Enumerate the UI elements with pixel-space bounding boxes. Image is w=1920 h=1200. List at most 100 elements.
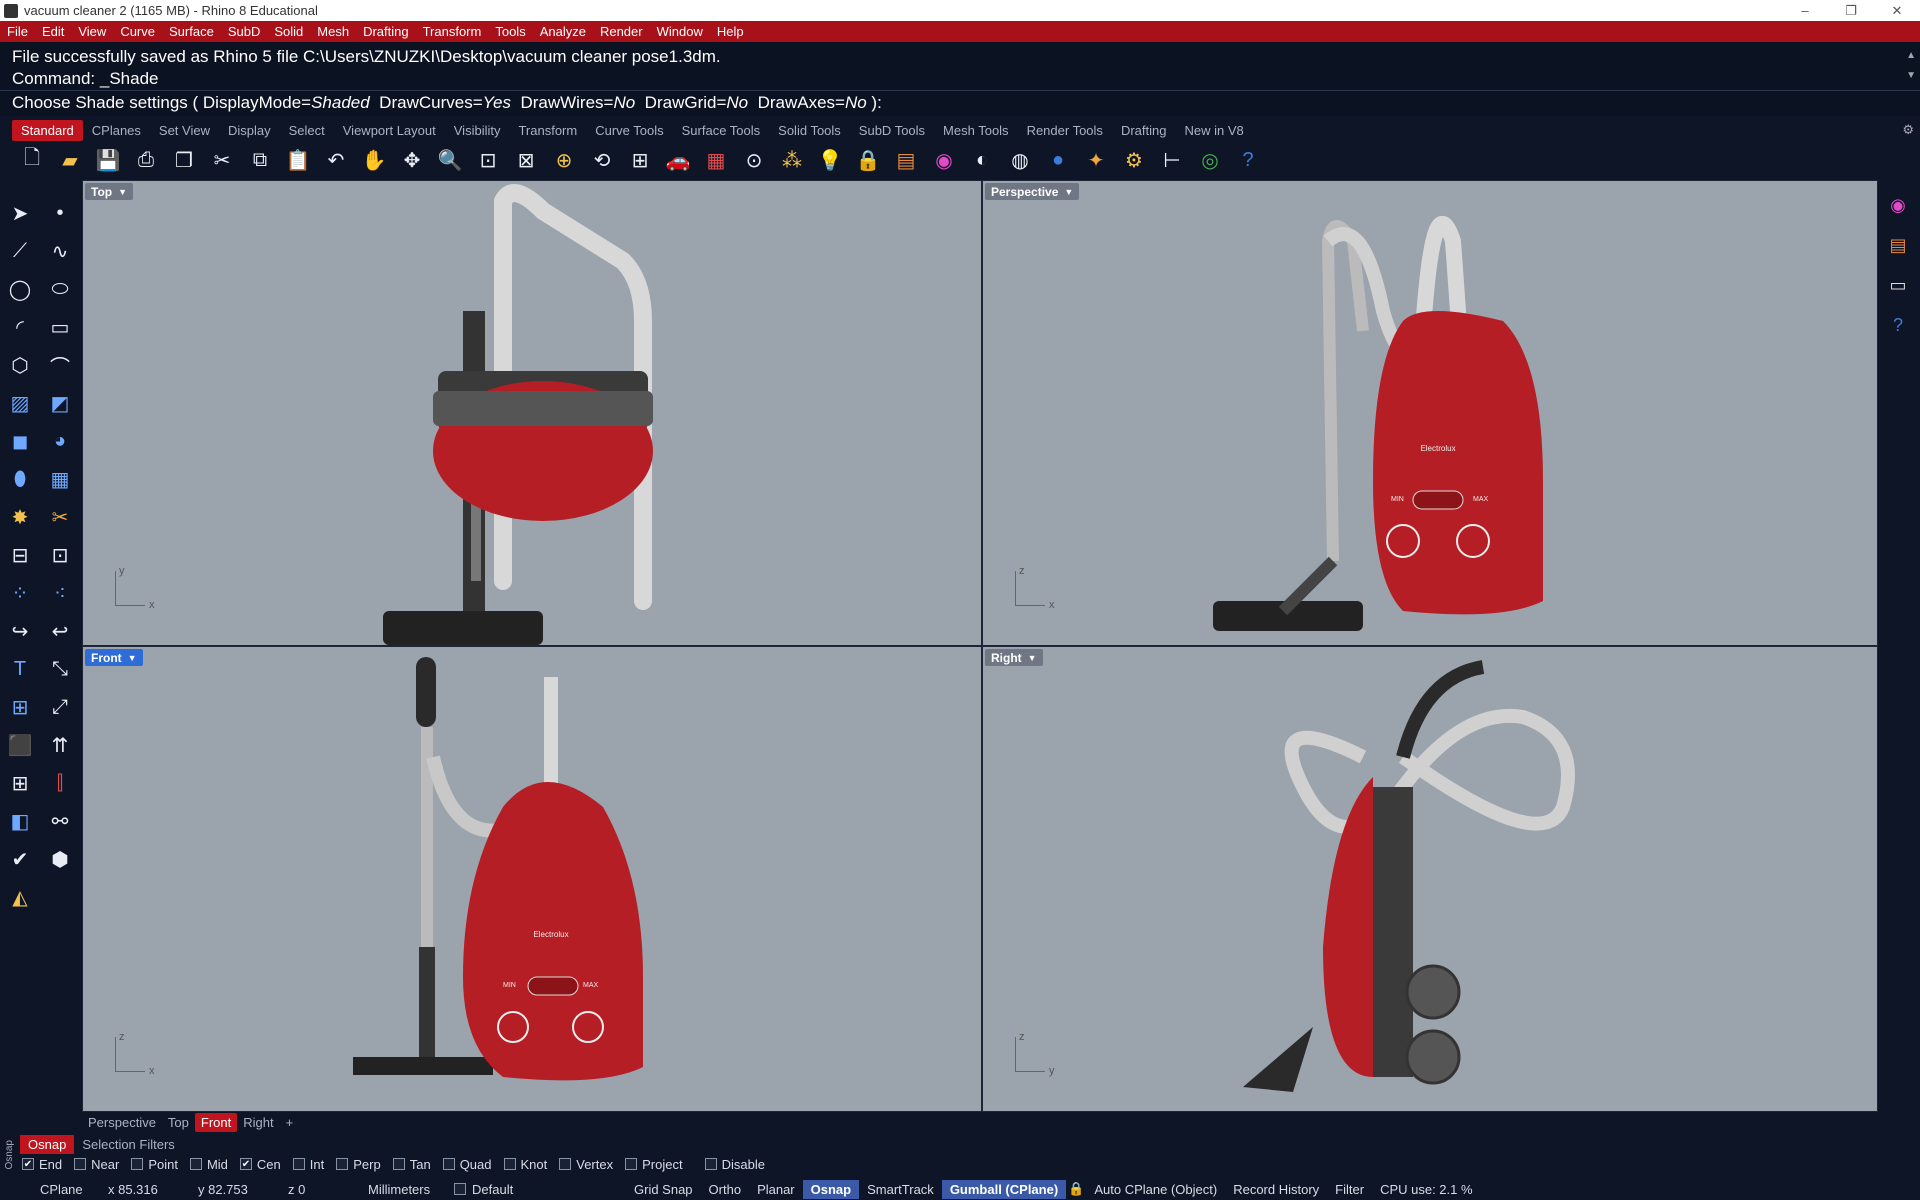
layers-panel-icon[interactable]: ▤ bbox=[1883, 230, 1913, 260]
menu-curve[interactable]: Curve bbox=[113, 24, 162, 39]
osnap-option-tan[interactable]: Tan bbox=[392, 1157, 431, 1172]
vp-tab-front[interactable]: Front bbox=[194, 1112, 238, 1132]
viewport-perspective[interactable]: Perspective ▼ Electrolux MIN MAX zx bbox=[982, 180, 1878, 646]
lock-icon[interactable]: 🔒 bbox=[852, 144, 884, 176]
osnap-option-project[interactable]: Project bbox=[625, 1157, 683, 1172]
tab-select[interactable]: Select bbox=[280, 120, 334, 141]
smarttrack-toggle[interactable]: SmartTrack bbox=[859, 1182, 942, 1197]
light-bulb-icon[interactable]: 💡 bbox=[814, 144, 846, 176]
join-icon[interactable]: ⊡ bbox=[44, 539, 76, 571]
osnap-option-near[interactable]: Near bbox=[74, 1157, 119, 1172]
surface-icon[interactable]: ▨ bbox=[4, 387, 36, 419]
paste-icon[interactable]: 📋 bbox=[282, 144, 314, 176]
group-icon[interactable]: ⁘ bbox=[4, 577, 36, 609]
grid-array-icon[interactable]: ⊞ bbox=[4, 767, 36, 799]
tab-osnap[interactable]: Osnap bbox=[20, 1134, 75, 1154]
viewport-front[interactable]: Front ▼ Electrolux MIN MAX zx bbox=[82, 646, 982, 1112]
planar-toggle[interactable]: Planar bbox=[749, 1182, 803, 1197]
menu-window[interactable]: Window bbox=[650, 24, 710, 39]
shaded-sphere-icon[interactable]: ◐ bbox=[966, 144, 998, 176]
block-icon[interactable]: ⊞ bbox=[4, 691, 36, 723]
osnap-option-vertex[interactable]: Vertex bbox=[559, 1157, 613, 1172]
checkbox[interactable] bbox=[336, 1158, 349, 1170]
trim-icon[interactable]: ✂ bbox=[44, 501, 76, 533]
tab-set-view[interactable]: Set View bbox=[150, 120, 219, 141]
array-icon[interactable]: ⁖ bbox=[44, 577, 76, 609]
menu-analyze[interactable]: Analyze bbox=[533, 24, 593, 39]
print-icon[interactable]: ⎙ bbox=[130, 144, 162, 176]
close-button[interactable]: ✕ bbox=[1874, 0, 1920, 21]
tab-curve-tools[interactable]: Curve Tools bbox=[586, 120, 672, 141]
mesh-plane-icon[interactable]: ▦ bbox=[44, 463, 76, 495]
zoom-icon[interactable]: 🔍 bbox=[434, 144, 466, 176]
checkbox[interactable]: ✔ bbox=[239, 1158, 252, 1170]
dimension-icon[interactable]: ⊢ bbox=[1156, 144, 1188, 176]
viewport-right[interactable]: Right ▼ zy bbox=[982, 646, 1878, 1112]
text-icon[interactable]: T bbox=[4, 653, 36, 685]
arc-icon[interactable]: ◜ bbox=[4, 311, 36, 343]
car-icon[interactable]: 🚗 bbox=[662, 144, 694, 176]
cplane-indicator[interactable]: CPlane bbox=[0, 1182, 100, 1197]
save-icon[interactable]: 💾 bbox=[92, 144, 124, 176]
rendered-sphere-icon[interactable]: ● bbox=[1042, 144, 1074, 176]
osnap-option-int[interactable]: Int bbox=[292, 1157, 324, 1172]
mesh-object-icon[interactable]: ⬢ bbox=[44, 843, 76, 875]
osnap-toggle[interactable]: Osnap bbox=[802, 1179, 860, 1199]
osnap-target-icon[interactable]: ⊙ bbox=[738, 144, 770, 176]
zoom-window-icon[interactable]: ⊡ bbox=[472, 144, 504, 176]
four-viewports-icon[interactable]: ⊞ bbox=[624, 144, 656, 176]
copy-icon[interactable]: ⧉ bbox=[244, 144, 276, 176]
help-panel-icon[interactable]: ? bbox=[1883, 310, 1913, 340]
vacuum-top-view[interactable] bbox=[83, 181, 982, 646]
display-panel-icon[interactable]: ▭ bbox=[1883, 270, 1913, 300]
tab-surface-tools[interactable]: Surface Tools bbox=[673, 120, 770, 141]
menu-mesh[interactable]: Mesh bbox=[310, 24, 356, 39]
undo-icon[interactable]: ↶ bbox=[320, 144, 352, 176]
menu-file[interactable]: File bbox=[0, 24, 35, 39]
zoom-extents-icon[interactable]: ⊠ bbox=[510, 144, 542, 176]
point-icon[interactable]: • bbox=[44, 197, 76, 229]
osnap-option-cen[interactable]: ✔ Cen bbox=[239, 1157, 281, 1172]
layers-icon[interactable]: ▤ bbox=[890, 144, 922, 176]
extrude-surface-icon[interactable]: ◩ bbox=[44, 387, 76, 419]
vacuum-front-view[interactable]: Electrolux MIN MAX bbox=[83, 647, 982, 1112]
tab-drafting[interactable]: Drafting bbox=[1112, 120, 1176, 141]
cylinder-icon[interactable]: ⬮ bbox=[4, 463, 36, 495]
box-icon[interactable]: ◼ bbox=[4, 425, 36, 457]
tab-subd-tools[interactable]: SubD Tools bbox=[850, 120, 934, 141]
menu-tools[interactable]: Tools bbox=[488, 24, 532, 39]
restore-button[interactable]: ❐ bbox=[1828, 0, 1874, 21]
checkbox[interactable]: ✔ bbox=[22, 1158, 34, 1170]
menu-drafting[interactable]: Drafting bbox=[356, 24, 416, 39]
polyline-icon[interactable]: ⟋ bbox=[4, 235, 36, 267]
command-prompt[interactable]: Choose Shade settings ( DisplayMode=Shad… bbox=[0, 90, 1920, 116]
osnap-option-disable[interactable]: Disable bbox=[704, 1157, 765, 1172]
split-icon[interactable]: ⊟ bbox=[4, 539, 36, 571]
tab-cplanes[interactable]: CPlanes bbox=[83, 120, 150, 141]
checkbox[interactable] bbox=[559, 1158, 572, 1170]
option-draw-grid[interactable]: No bbox=[726, 93, 748, 112]
checkbox[interactable] bbox=[392, 1158, 405, 1170]
history-scroll-icon[interactable]: ▲ ▼ bbox=[1906, 46, 1916, 86]
analyze-icon[interactable]: ◭ bbox=[4, 881, 36, 913]
pan-hand-icon[interactable]: ✋ bbox=[358, 144, 390, 176]
option-display-mode[interactable]: Shaded bbox=[311, 93, 370, 112]
checkbox[interactable] bbox=[189, 1158, 202, 1170]
option-draw-curves[interactable]: Yes bbox=[483, 93, 511, 112]
help-icon[interactable]: ? bbox=[1232, 144, 1264, 176]
minimize-button[interactable]: – bbox=[1782, 0, 1828, 21]
auto-cplane-toggle[interactable]: Auto CPlane (Object) bbox=[1086, 1182, 1225, 1197]
osnap-option-quad[interactable]: Quad bbox=[442, 1157, 492, 1172]
tab-solid-tools[interactable]: Solid Tools bbox=[769, 120, 850, 141]
zoom-selected-icon[interactable]: ⊕ bbox=[548, 144, 580, 176]
osnap-option-end[interactable]: ✔ End bbox=[22, 1157, 62, 1172]
vacuum-right-view[interactable] bbox=[983, 647, 1878, 1112]
osnap-option-mid[interactable]: Mid bbox=[189, 1157, 228, 1172]
check-icon[interactable]: ✔ bbox=[4, 843, 36, 875]
command-history[interactable]: File successfully saved as Rhino 5 file … bbox=[0, 42, 1920, 90]
tab-mesh-tools[interactable]: Mesh Tools bbox=[934, 120, 1018, 141]
render-icon[interactable]: ✦ bbox=[1080, 144, 1112, 176]
tab-transform[interactable]: Transform bbox=[509, 120, 586, 141]
grid-plane-icon[interactable]: ▦ bbox=[700, 144, 732, 176]
cage-edit-icon[interactable]: ⚯ bbox=[44, 805, 76, 837]
